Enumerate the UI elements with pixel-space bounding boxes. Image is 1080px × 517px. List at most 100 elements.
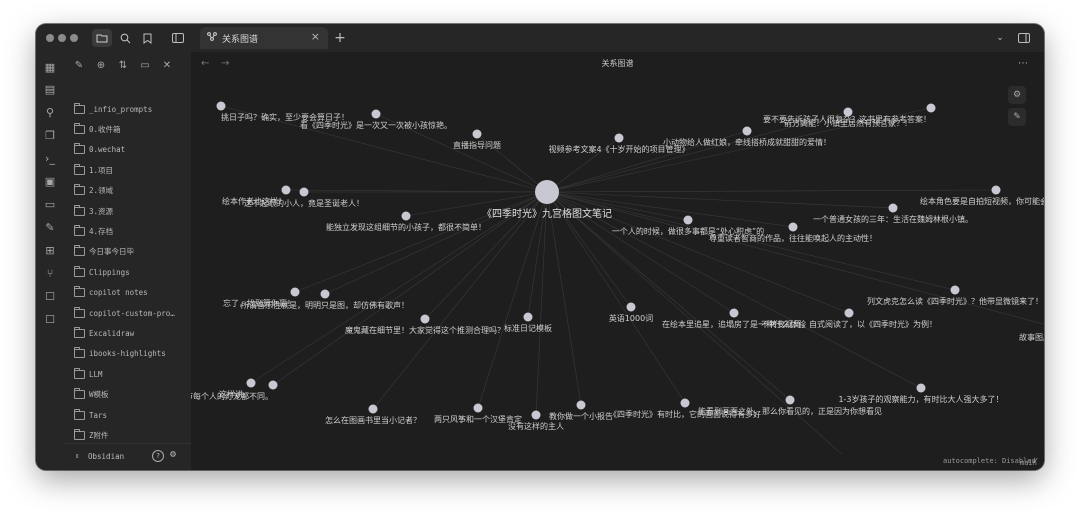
graph-node-dot[interactable]: [216, 101, 226, 111]
settings-icon[interactable]: ⚙: [170, 449, 176, 460]
folder-item[interactable]: Clippings: [74, 264, 130, 280]
graph-node-dot[interactable]: [683, 215, 693, 225]
graph-node-dot[interactable]: [680, 398, 690, 408]
git-branch-icon[interactable]: ⑂: [42, 265, 58, 281]
folder-item[interactable]: W模板: [74, 387, 109, 403]
folder-item[interactable]: Excalidraw: [74, 325, 134, 341]
graph-node-dot[interactable]: [371, 109, 381, 119]
graph-node-dot[interactable]: [531, 410, 541, 420]
terminal-icon[interactable]: ›_: [42, 150, 58, 166]
folder-item[interactable]: 2.领域: [74, 183, 113, 199]
folder-icon[interactable]: [92, 29, 112, 47]
new-folder-icon[interactable]: ⊕: [94, 58, 108, 72]
graph-node-dot[interactable]: [290, 287, 300, 297]
right-sidebar-toggle-icon[interactable]: [1014, 29, 1034, 47]
magic-wand-icon[interactable]: ✎: [42, 219, 58, 235]
folder-item[interactable]: LLM: [74, 366, 103, 382]
graph-node-dot[interactable]: [368, 404, 378, 414]
more-options-icon[interactable]: ⋯: [1018, 58, 1028, 69]
graph-node-dot[interactable]: [844, 308, 854, 318]
graph-node-dot[interactable]: [420, 314, 430, 324]
graph-node-dot[interactable]: [950, 285, 960, 295]
folder-item[interactable]: 1.项目: [74, 162, 113, 178]
graph-node[interactable]: 直播指导问题: [453, 129, 501, 151]
calendar-icon[interactable]: ▭: [42, 196, 58, 212]
minimize-window-button[interactable]: [58, 34, 66, 42]
search-icon[interactable]: [115, 29, 135, 47]
graph-node-dot[interactable]: [523, 312, 533, 322]
graph-node-dot[interactable]: [473, 403, 483, 413]
graph-node[interactable]: 能独立发现这组细节的小孩子，都很不简单！: [326, 211, 486, 233]
graph-node[interactable]: 挑日子吗？确实，至少要会算日子！: [216, 101, 350, 123]
graph-center-node[interactable]: [535, 180, 559, 204]
graph-node[interactable]: 怎么在图画书里当小记者？: [325, 404, 421, 426]
graph-node[interactable]: 不转变视角，自式阅读了，以《四季时光》为例！: [761, 308, 937, 330]
close-tab-icon[interactable]: ×: [311, 30, 320, 43]
graph-node-dot[interactable]: [299, 187, 309, 197]
bookmark-icon[interactable]: [137, 29, 157, 47]
bot-icon[interactable]: ☐: [42, 311, 58, 327]
graph-node[interactable]: 小动物给人做红娘，牵线搭桥成就甜甜的爱情！: [663, 126, 831, 148]
graph-node-dot[interactable]: [788, 222, 798, 232]
graph-node-dot[interactable]: [268, 380, 278, 390]
graph-node[interactable]: 两只风筝和一个汉堡肯定: [434, 403, 522, 425]
graph-node-dot[interactable]: [472, 129, 482, 139]
graph-node[interactable]: 英语1000词: [609, 302, 653, 324]
folder-item[interactable]: 0.wechat: [74, 142, 125, 158]
graph-node[interactable]: 绘本角色要是自拍短视频，你可能会看到这: [920, 185, 1044, 207]
graph-node-dot[interactable]: [742, 126, 752, 136]
chevron-down-icon[interactable]: ⌄: [990, 29, 1010, 47]
graph-node[interactable]: 一个普通女孩的三年：生活在魏姆林根小镇。: [813, 203, 973, 225]
graph-node-dot[interactable]: [614, 133, 624, 143]
graph-node-dot[interactable]: [576, 400, 586, 410]
note-icon[interactable]: ▤: [42, 81, 58, 97]
copy-icon[interactable]: ❐: [42, 127, 58, 143]
collapse-all-icon[interactable]: ✕: [160, 58, 174, 72]
folder-item[interactable]: 4.存档: [74, 223, 113, 239]
auto-reveal-icon[interactable]: ▭: [138, 58, 152, 72]
sidebar-toggle-icon[interactable]: [168, 29, 188, 47]
tab-graph-view[interactable]: 关系图谱 ×: [200, 27, 328, 49]
new-note-icon[interactable]: ✎: [72, 58, 86, 72]
robot-icon[interactable]: ☐: [42, 288, 58, 304]
graph-node-dot[interactable]: [785, 395, 795, 405]
graph-node[interactable]: 列文虎克怎么读《四季时光》？他带显微镜来了！: [867, 285, 1043, 307]
graph-node[interactable]: 故事图层: [1019, 322, 1044, 343]
help-icon[interactable]: ?: [152, 450, 164, 462]
graph-node-dot[interactable]: [916, 383, 926, 393]
sort-icon[interactable]: ⇅: [116, 58, 130, 72]
close-window-button[interactable]: [46, 34, 54, 42]
folder-item[interactable]: copilot-custom-pro…: [74, 305, 175, 321]
graph-node[interactable]: 标准日记模板: [504, 312, 552, 334]
folder-item[interactable]: _infio_prompts: [74, 101, 152, 117]
graph-node-dot[interactable]: [991, 185, 1001, 195]
graph-node-dot[interactable]: [246, 378, 256, 388]
animate-icon[interactable]: ✎: [1008, 108, 1026, 126]
grid-icon[interactable]: ⊞: [42, 242, 58, 258]
new-tab-icon[interactable]: +: [330, 29, 350, 47]
folder-item[interactable]: copilot notes: [74, 285, 148, 301]
graph-node-dot[interactable]: [401, 211, 411, 221]
folder-item[interactable]: 0.收件箱: [74, 121, 121, 137]
graph-canvas[interactable]: 挑日子吗？确实，至少要会算日子！看《四季时光》是一次又一次被小孩惊艳。直播指导问…: [191, 72, 1044, 454]
graph-node-dot[interactable]: [926, 103, 936, 113]
dashboard-icon[interactable]: ▦: [42, 59, 58, 75]
graph-node-dot[interactable]: [888, 203, 898, 213]
layout-icon[interactable]: ▣: [42, 173, 58, 189]
graph-node-dot[interactable]: [320, 289, 330, 299]
graph-node[interactable]: 1-3岁孩子的观察能力，有时比大人强大多了！: [838, 383, 1004, 405]
folder-item[interactable]: 3.资源: [74, 203, 113, 219]
folder-item[interactable]: Tars: [74, 407, 107, 423]
folder-item[interactable]: Z附件: [74, 427, 109, 443]
folder-label: copilot-custom-pro…: [89, 308, 175, 318]
graph-nodes-icon[interactable]: ⚲: [42, 104, 58, 120]
folder-item[interactable]: ibooks-highlights: [74, 346, 166, 362]
graph-node-dot[interactable]: [626, 302, 636, 312]
vault-switcher[interactable]: ⇕ Obsidian ? ⚙: [64, 443, 191, 470]
graph-node-dot[interactable]: [281, 185, 291, 195]
zoom-window-button[interactable]: [70, 34, 78, 42]
graph-node[interactable]: 教你做一个小报告: [549, 400, 613, 422]
graph-node-dot[interactable]: [729, 308, 739, 318]
folder-item[interactable]: 今日事今日毕: [74, 244, 134, 260]
graph-settings-icon[interactable]: ⚙: [1008, 86, 1026, 104]
